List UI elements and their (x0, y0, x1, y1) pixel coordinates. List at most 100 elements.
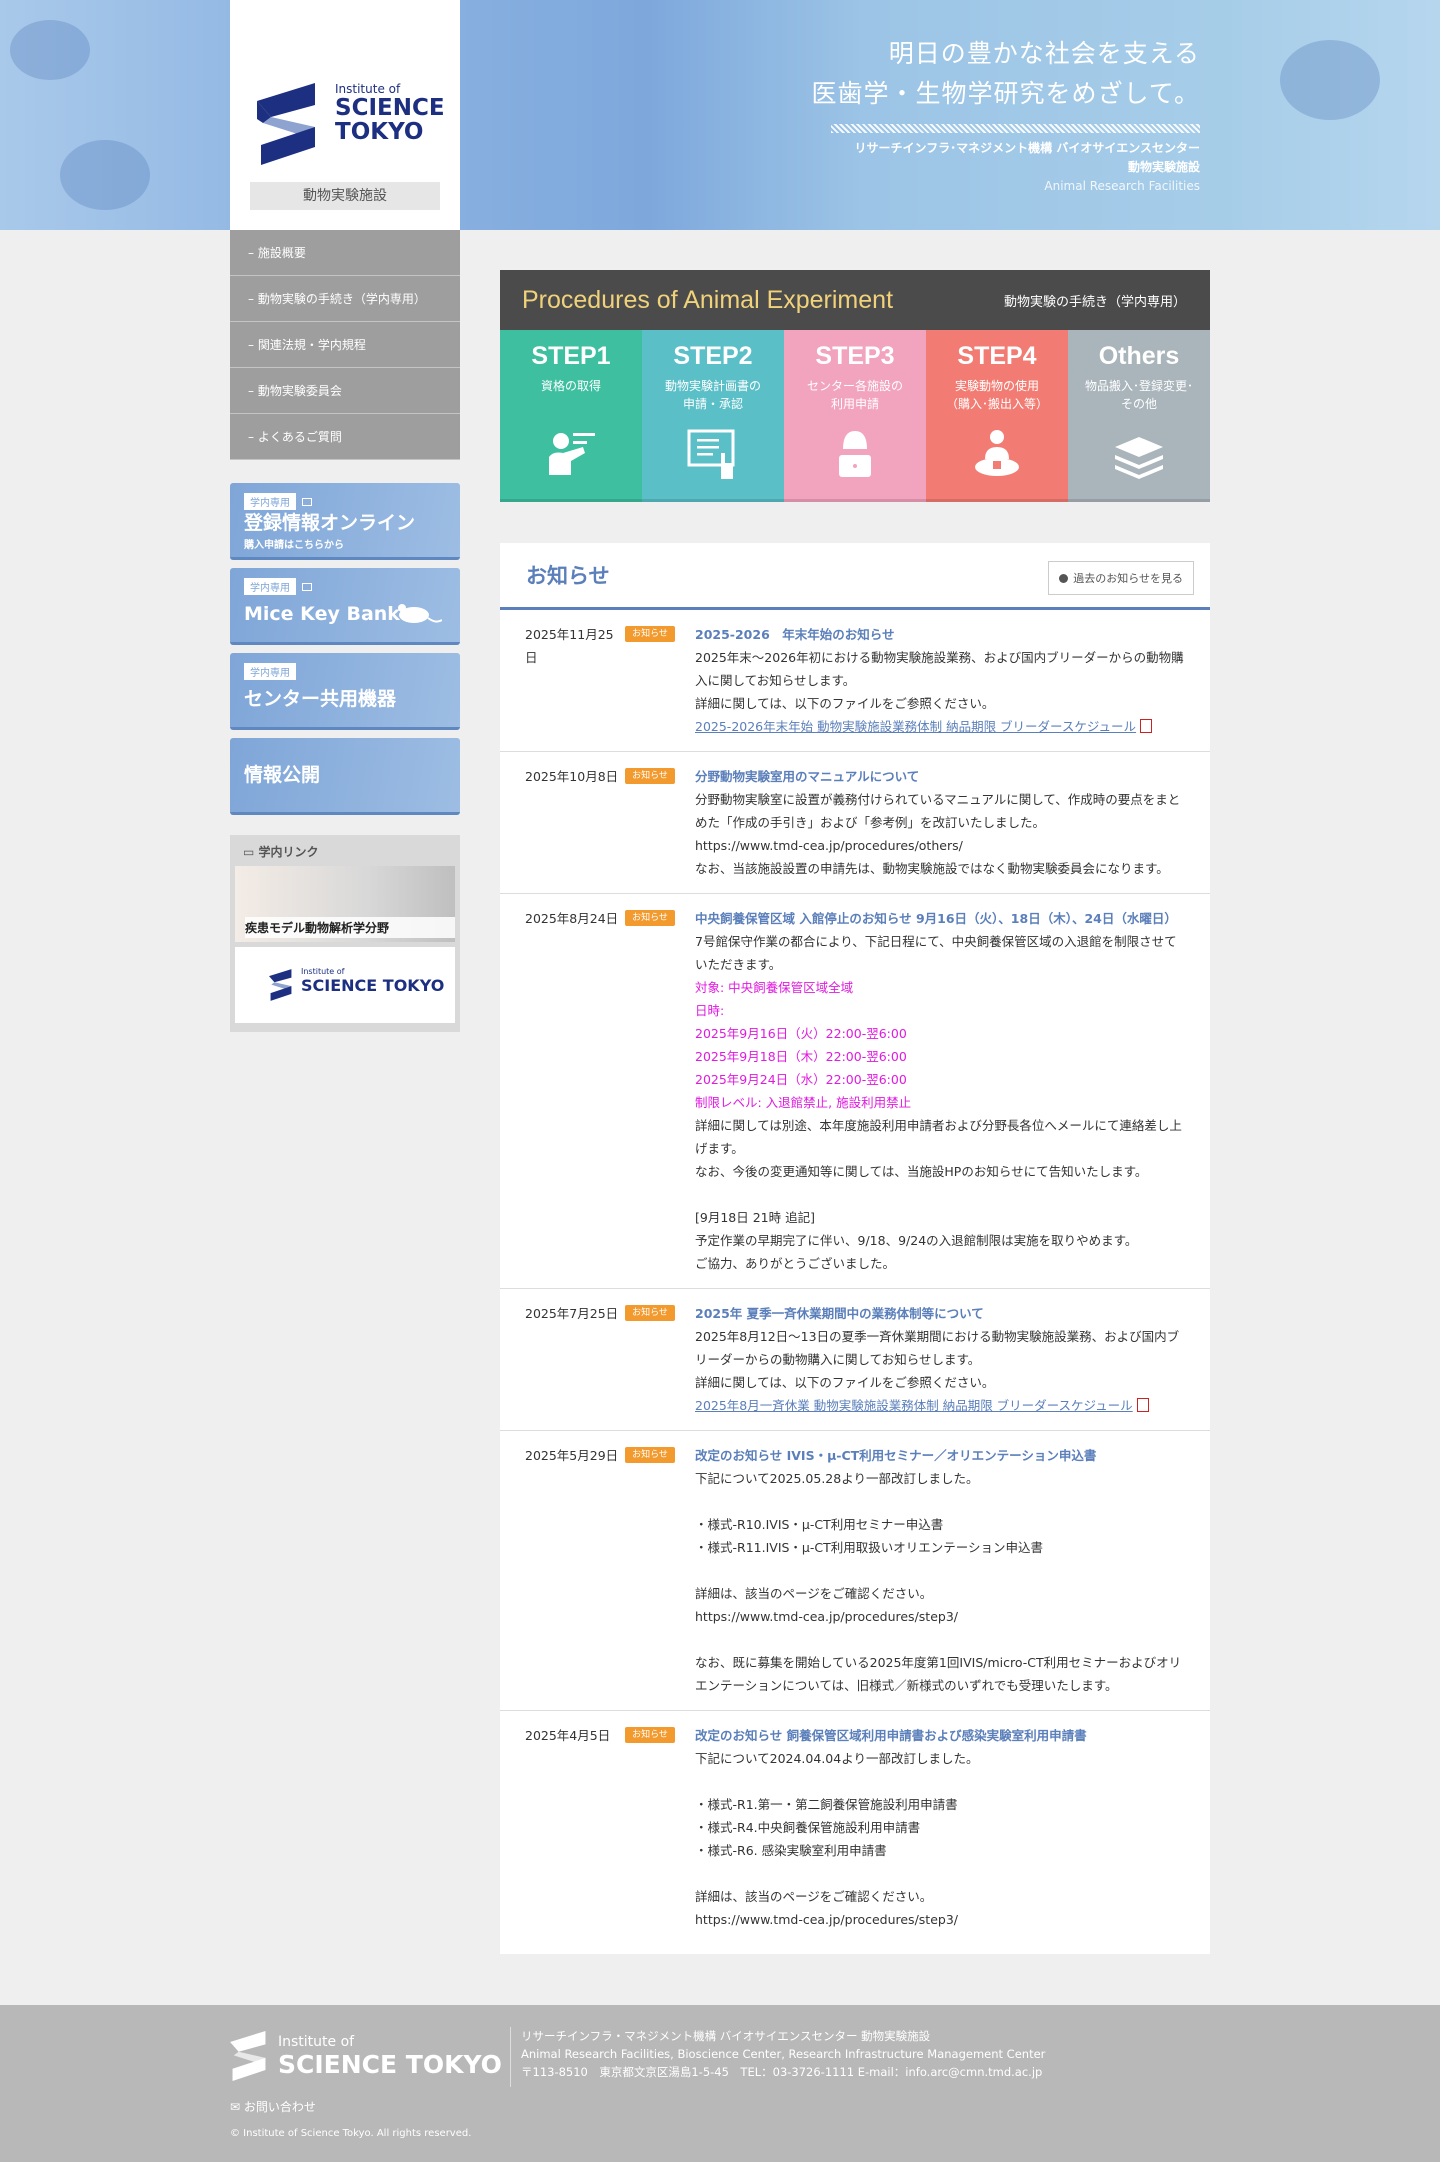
news-title-link[interactable]: 2025-2026 年末年始のお知らせ (695, 623, 1185, 646)
internal-links-heading: ▭ 学内リンク (235, 841, 455, 866)
news-text: 下記について2024.04.04より一部改訂しました。 (695, 1751, 979, 1766)
logo-big: SCIENCE TOKYO (301, 976, 445, 995)
news-date: 2025年4月5日 (525, 1728, 611, 1743)
step-tile-step4[interactable]: STEP4 実験動物の使用 （購入･搬出入等） (926, 330, 1068, 502)
mail-icon: ✉ (230, 2100, 244, 2114)
nav-item-regulations[interactable]: – 関連法規・学内規程 (230, 322, 460, 368)
person-desk-icon (975, 430, 1019, 476)
nav-label: 施設概要 (257, 246, 306, 260)
copyright: © Institute of Science Tokyo. All rights… (230, 2128, 472, 2139)
banner-title: センター共用機器 (244, 688, 397, 710)
site-logo[interactable]: Institute of SCIENCE TOKYO 動物実験施設 (230, 0, 460, 230)
contact-link[interactable]: ✉ お問い合わせ (230, 2098, 316, 2115)
step-desc: 物品搬入･登録変更･ その他 (1084, 379, 1193, 411)
news-highlight: 制限レベル: 入退館禁止, 施設利用禁止 (695, 1095, 912, 1110)
banner-disclosure[interactable]: 情報公開 (230, 738, 460, 815)
news-title-link[interactable]: 分野動物実験室用のマニュアルについて (695, 765, 1185, 788)
footer-org-en: Animal Research Facilities, Bioscience C… (521, 2047, 1046, 2061)
news-title-link[interactable]: 2025年 夏季一斉休業期間中の業務体制等について (695, 1302, 1185, 1325)
internal-links: ▭ 学内リンク 疾患モデル動物解析学分野 Institute of SCIENCE… (230, 835, 460, 1032)
news-text: ・様式-R10.IVIS・μ-CT利用セミナー申込書 (695, 1517, 944, 1532)
news-item: 2025年11月25日 お知らせ 2025-2026 年末年始のお知らせ 2025年末… (500, 610, 1210, 752)
card-logo-text: Institute of SCIENCE TOKYO (301, 967, 444, 995)
nav-item-procedures[interactable]: – 動物実験の手続き（学内専用） (230, 276, 460, 322)
news-body: 2025年 夏季一斉休業期間中の業務体制等について 2025年8月12日～13日の… (695, 1302, 1185, 1417)
pdf-icon (1136, 1398, 1149, 1412)
news-text: ・様式-R6. 感染実験室利用申請書 (695, 1843, 887, 1858)
link-science-tokyo[interactable]: Institute of SCIENCE TOKYO (235, 947, 455, 1023)
pdf-icon (1140, 719, 1153, 733)
teacher-icon (549, 433, 595, 475)
nav-item-committee[interactable]: – 動物実験委員会 (230, 368, 460, 414)
logo-line2: TOKYO (335, 119, 424, 145)
banner-registration-online[interactable]: 学内専用 登録情報オンライン 購入申請はこちらから (230, 483, 460, 560)
logo-small: Institute of (335, 82, 401, 96)
news-date: 2025年8月24日 (525, 911, 619, 926)
nav-label: よくあるご質問 (257, 430, 342, 444)
logo-big: SCIENCE TOKYO (278, 2049, 502, 2079)
news-text: ご協力、ありがとうございました。 (695, 1256, 896, 1271)
news-text: ・様式-R1.第一・第二飼養保管施設利用申請書 (695, 1797, 958, 1812)
news-title-link[interactable]: 改定のお知らせ IVIS・μ-CT利用セミナー／オリエンテーション申込書 (695, 1444, 1185, 1467)
heading-text: 学内リンク (258, 845, 319, 859)
news-title-link[interactable]: 中央飼養保管区域 入館停止のお知らせ 9月16日（火）、18日（木）、24日（水… (695, 907, 1185, 930)
news-list: 2025年11月25日 お知らせ 2025-2026 年末年始のお知らせ 2025年末… (500, 610, 1210, 1944)
hero-tagline-2: 医歯学・生物学研究をめざして。 (811, 79, 1200, 108)
nav-item-faq[interactable]: – よくあるご質問 (230, 414, 460, 460)
logo-text: Institute of SCIENCE TOKYO (335, 82, 445, 144)
nav-label: 関連法規・学内規程 (257, 338, 366, 352)
past-news-button[interactable]: 過去のお知らせを見る (1048, 561, 1194, 595)
step-name: STEP4 (957, 342, 1037, 370)
step-tile-step2[interactable]: STEP2 動物実験計画書の 申請・承認 (642, 330, 784, 502)
step-name: STEP3 (815, 342, 895, 370)
step-tile-step3[interactable]: STEP3 センター各施設の 利用申請 (784, 330, 926, 502)
news-date: 2025年5月29日 (525, 1448, 619, 1463)
news-text: 詳細は、該当のページをご確認ください。 (695, 1889, 933, 1904)
science-tokyo-logo-icon (257, 83, 315, 165)
procedures-title: Procedures of Animal Experiment (522, 285, 894, 314)
news-item: 2025年8月24日 お知らせ 中央飼養保管区域 入館停止のお知らせ 9月16日（火… (500, 894, 1210, 1289)
nav-label: 動物実験委員会 (257, 384, 342, 398)
banner-shared-equipment[interactable]: 学内専用 センター共用機器 (230, 653, 460, 730)
footer-logo[interactable]: Institute of SCIENCE TOKYO (230, 2031, 502, 2081)
news-panel: お知らせ 過去のお知らせを見る 2025年11月25日 お知らせ 2025-2026… (500, 543, 1210, 1954)
news-badge: お知らせ (625, 768, 675, 784)
hero-stripe (831, 124, 1200, 133)
step-desc: センター各施設の 利用申請 (806, 379, 903, 411)
news-text: 予定作業の早期完了に伴い、9/18、9/24の入退館制限は実施を取りやめます。 (695, 1233, 1138, 1248)
footer-org-ja: リサーチインフラ・マネジメント機構 バイオサイエンスセンター 動物実験施設 (521, 2029, 931, 2043)
internal-tag: 学内専用 (244, 493, 296, 510)
pdf-link[interactable]: 2025-2026年末年始 動物実験施設業務体制 納品期限 ブリーダースケジュー… (695, 719, 1136, 734)
news-text: 分野動物実験室に設置が義務付けられているマニュアルに関して、作成時の要点をまとめ… (695, 792, 1181, 830)
step-desc: 動物実験計画書の 申請・承認 (664, 379, 761, 411)
news-body: 改定のお知らせ IVIS・μ-CT利用セミナー／オリエンテーション申込書 下記につ… (695, 1444, 1185, 1697)
pdf-link[interactable]: 2025年8月一斉休業 動物実験施設業務体制 納品期限 ブリーダースケジュール (695, 1398, 1133, 1413)
step-name: STEP1 (531, 342, 611, 370)
banner-mice-key-bank[interactable]: 学内専用 Mice Key Bank (230, 568, 460, 645)
nav-label: 動物実験の手続き（学内専用） (257, 292, 426, 306)
news-text: 詳細は、該当のページをご確認ください。 (695, 1586, 933, 1601)
news-title-link[interactable]: 改定のお知らせ 飼養保管区域利用申請書および感染実験室利用申請書 (695, 1724, 1185, 1747)
step-tile-step1[interactable]: STEP1 資格の取得 (500, 330, 642, 502)
link-label: 疾患モデル動物解析学分野 (245, 917, 455, 938)
news-highlight: 日時: (695, 1003, 725, 1018)
nav-item-overview[interactable]: – 施設概要 (230, 230, 460, 276)
news-text: https://www.tmd-cea.jp/procedures/others… (695, 838, 963, 853)
hero-org: リサーチインフラ･マネジメント機構 バイオサイエンスセンター (854, 141, 1200, 155)
hero-banner: 明日の豊かな社会を支える 医歯学・生物学研究をめざして。 リサーチインフラ･マネ… (0, 0, 1440, 230)
hero-facility-en: Animal Research Facilities (1044, 179, 1200, 193)
step-tile-others[interactable]: Others 物品搬入･登録変更･ その他 (1068, 330, 1210, 502)
science-tokyo-logo-icon (269, 969, 292, 1001)
procedures-header: Procedures of Animal Experiment 動物実験の手続き… (500, 270, 1210, 330)
tablet-touch-icon (687, 429, 735, 479)
news-item: 2025年4月5日 お知らせ 改定のお知らせ 飼養保管区域利用申請書および感染実験室… (500, 1711, 1210, 1944)
link-disease-model-lab[interactable]: 疾患モデル動物解析学分野 (235, 866, 455, 942)
news-text: 7号館保守作業の都合により、下記日程にて、中央飼養保管区域の入退館を制限させてい… (695, 934, 1177, 972)
news-item: 2025年7月25日 お知らせ 2025年 夏季一斉休業期間中の業務体制等について 2… (500, 1289, 1210, 1431)
monitor-icon: ▭ (243, 845, 259, 859)
news-text: 2025年末～2026年初における動物実験施設業務、および国内ブリーダーからの動… (695, 650, 1184, 688)
procedures-subtitle: 動物実験の手続き（学内専用） (1003, 294, 1186, 310)
